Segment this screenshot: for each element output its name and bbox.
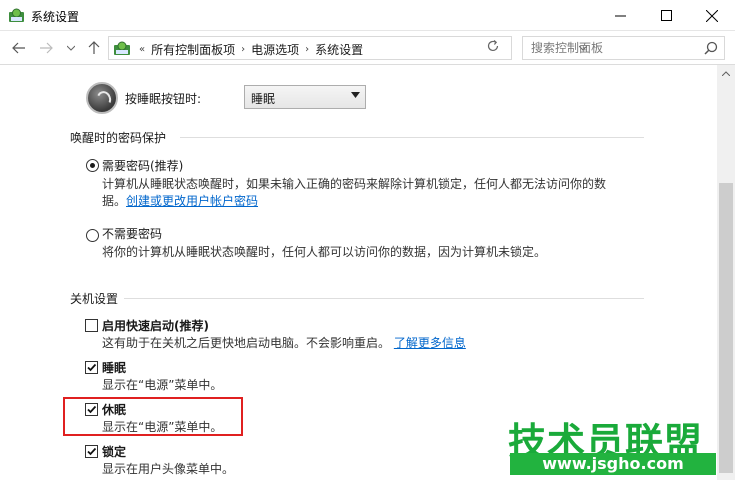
scrollbar-thumb[interactable]: [719, 183, 733, 473]
back-button[interactable]: [10, 39, 28, 57]
fast-startup-label[interactable]: 启用快速启动(推荐): [102, 317, 209, 334]
wake-password-header: 唤醒时的密码保护: [70, 131, 167, 145]
settings-content: 按睡眠按钮时: 睡眠 唤醒时的密码保护 需要密码(推荐) 计算机从睡眠状态唤醒时…: [0, 65, 717, 480]
breadcrumb-item-system-settings[interactable]: 系统设置: [315, 41, 363, 58]
minimize-button[interactable]: [597, 0, 643, 31]
maximize-icon: [660, 10, 672, 21]
breadcrumb-item-power-options[interactable]: 电源选项: [251, 41, 299, 58]
no-password-radio[interactable]: [86, 229, 99, 242]
chevron-down-icon: [351, 92, 360, 98]
checkmark-icon: [87, 447, 97, 456]
require-password-desc-cont: 据。创建或更改用户帐户密码: [102, 192, 258, 210]
up-button[interactable]: [85, 39, 103, 57]
highlight-annotation: [63, 397, 243, 436]
require-password-desc-end: 据。: [102, 194, 127, 208]
lock-checkbox[interactable]: [85, 445, 98, 458]
section-divider: [124, 298, 644, 299]
chevron-right-icon[interactable]: ›: [241, 44, 245, 55]
control-panel-icon: [114, 41, 130, 55]
window-title: 系统设置: [31, 10, 80, 24]
sleep-button-select[interactable]: 睡眠: [244, 85, 366, 109]
arrow-left-icon: [12, 42, 25, 54]
require-password-label[interactable]: 需要密码(推荐): [102, 157, 183, 174]
no-password-label[interactable]: 不需要密码: [102, 225, 162, 242]
require-password-desc: 计算机从睡眠状态唤醒时，如果未输入正确的密码来解除计算机锁定，任何人都无法访问你…: [102, 177, 607, 191]
fast-startup-desc-text: 这有助于在关机之后更快地启动电脑。不会影响重启。: [102, 336, 391, 350]
shutdown-header: 关机设置: [70, 292, 119, 306]
no-password-desc: 将你的计算机从睡眠状态唤醒时，任何人都可以访问你的数据，因为计算机未锁定。: [102, 245, 547, 259]
chevron-up-icon: [722, 71, 730, 76]
chevron-down-icon: [67, 45, 75, 51]
search-box[interactable]: [522, 36, 725, 60]
maximize-button[interactable]: [643, 0, 689, 31]
refresh-button[interactable]: [486, 39, 504, 57]
search-input[interactable]: [523, 37, 693, 59]
address-bar[interactable]: « 所有控制面板项 › 电源选项 › 系统设置: [108, 36, 587, 60]
sleep-button-icon: [86, 82, 118, 114]
search-icon[interactable]: [704, 41, 718, 55]
control-panel-icon: [9, 8, 24, 22]
chevron-right-icon[interactable]: ›: [305, 44, 309, 55]
fast-startup-checkbox[interactable]: [85, 319, 98, 332]
breadcrumb-item-all-items[interactable]: 所有控制面板项: [151, 41, 235, 58]
sleep-button-label: 按睡眠按钮时:: [125, 92, 202, 106]
arrow-up-icon: [88, 41, 100, 54]
learn-more-link[interactable]: 了解更多信息: [394, 336, 466, 350]
change-password-link[interactable]: 创建或更改用户帐户密码: [126, 194, 258, 208]
forward-button[interactable]: [37, 39, 55, 57]
navigation-bar: « 所有控制面板项 › 电源选项 › 系统设置: [0, 31, 735, 65]
breadcrumb: « 所有控制面板项 › 电源选项 › 系统设置: [137, 41, 367, 58]
watermark-url: www.jsgho.com: [510, 453, 716, 475]
close-button[interactable]: [689, 0, 735, 31]
scroll-up-button[interactable]: [717, 65, 735, 82]
checkmark-icon: [87, 363, 97, 372]
vertical-scrollbar[interactable]: [717, 65, 735, 480]
fast-startup-desc: 这有助于在关机之后更快地启动电脑。不会影响重启。 了解更多信息: [102, 334, 466, 352]
sleep-desc: 显示在“电源”菜单中。: [102, 378, 223, 392]
breadcrumb-overflow[interactable]: «: [139, 44, 145, 55]
refresh-icon: [487, 40, 499, 52]
close-icon: [706, 9, 718, 22]
sleep-checkbox[interactable]: [85, 361, 98, 374]
sleep-label[interactable]: 睡眠: [102, 359, 126, 376]
recent-locations-button[interactable]: [62, 39, 80, 57]
lock-desc: 显示在用户头像菜单中。: [102, 462, 235, 476]
sleep-button-select-value: 睡眠: [251, 92, 276, 106]
arrow-right-icon: [40, 42, 53, 54]
require-password-radio[interactable]: [86, 159, 99, 172]
lock-label[interactable]: 锁定: [102, 443, 126, 460]
section-divider: [180, 137, 644, 138]
title-bar: 系统设置: [0, 0, 735, 31]
minimize-icon: [614, 15, 626, 17]
